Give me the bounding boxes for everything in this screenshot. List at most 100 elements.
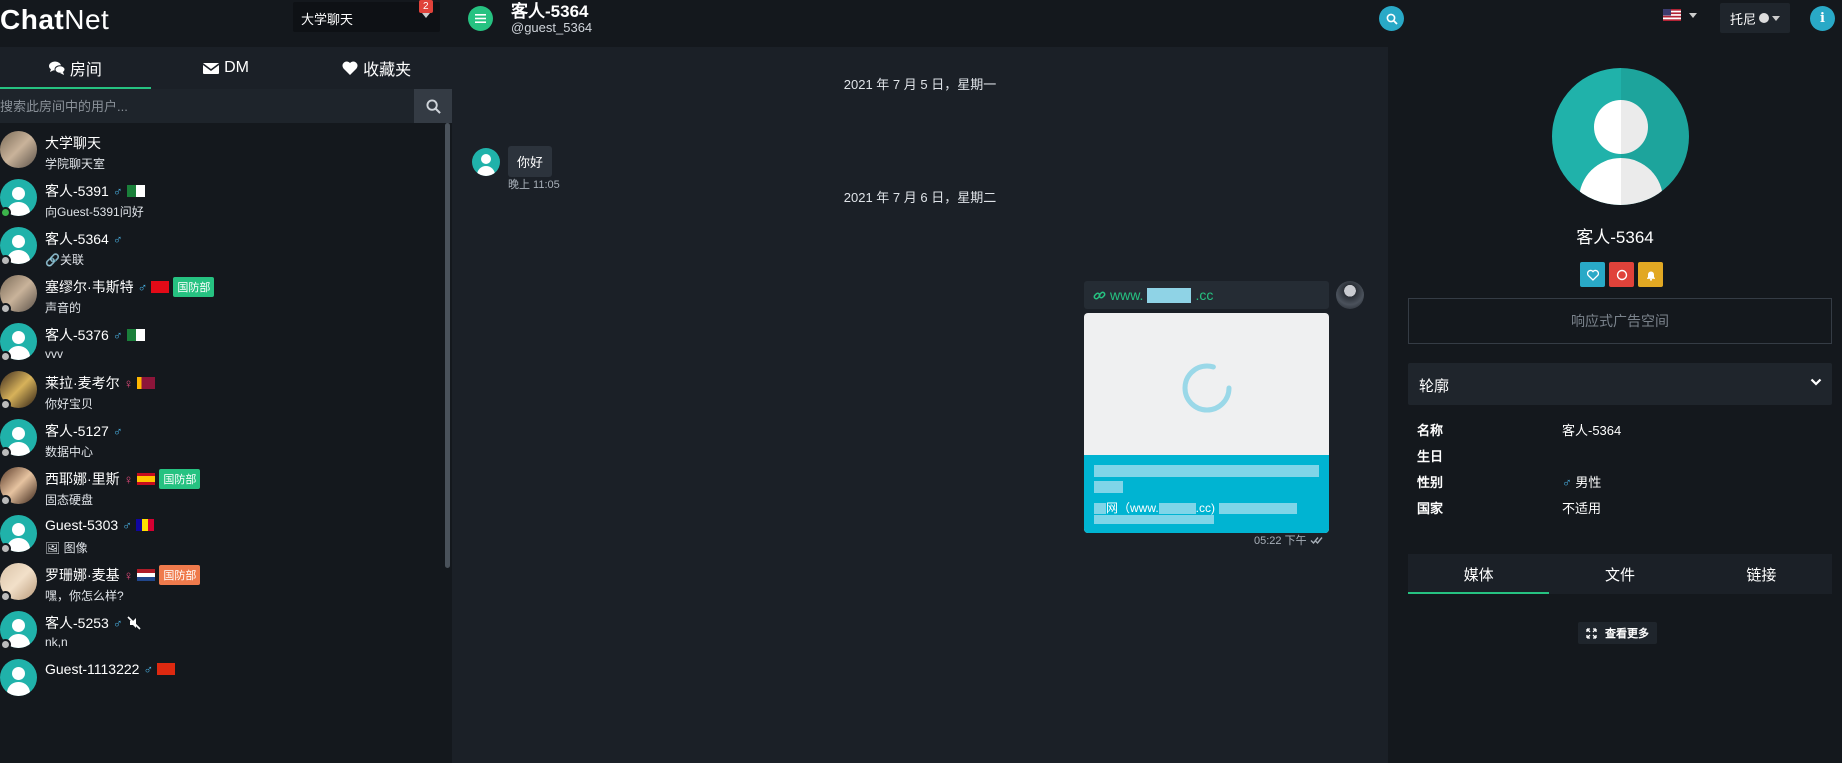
favorite-button[interactable] [1580, 262, 1605, 287]
chevron-down-icon [422, 13, 430, 18]
chat-handle: @guest_5364 [511, 20, 593, 35]
user-name: Guest-5303 [45, 517, 119, 533]
user-search-input[interactable] [0, 89, 413, 123]
redacted-block [1094, 515, 1214, 524]
user-name: 塞缪尔·韦斯特 [45, 279, 134, 295]
language-selector[interactable] [1663, 9, 1697, 21]
field-value: 不适用 [1562, 501, 1602, 516]
male-icon: ♂ [112, 327, 123, 343]
user-status-message: 向Guest-5391问好 [45, 205, 144, 219]
info-icon: i [1820, 11, 1825, 26]
app-logo[interactable]: ChatNet [0, 4, 109, 36]
tab-files[interactable]: 文件 [1549, 554, 1690, 594]
message-search-button[interactable] [1379, 6, 1404, 31]
male-icon: ♂ [122, 517, 132, 533]
expand-icon [1586, 627, 1597, 639]
link-message[interactable]: www. .cc 网（www. .cc) [1084, 281, 1329, 533]
bell-icon [1646, 271, 1655, 281]
link-preview-info: 网（www. .cc) [1084, 455, 1329, 533]
envelope-icon [203, 63, 220, 74]
away-status-dot [0, 303, 11, 314]
sidebar-tabs: 房间 DM 收藏夹 [0, 47, 452, 89]
user-status-message: 声音的 [45, 301, 82, 315]
female-icon: ♀ [123, 375, 134, 391]
user-status-message: 🔗关联 [45, 253, 84, 267]
avatar[interactable] [1336, 281, 1364, 309]
male-icon: ♂ [112, 615, 123, 631]
tab-rooms-label: 房间 [69, 62, 102, 79]
male-icon: ♂ [1562, 475, 1572, 490]
away-status-dot [0, 447, 11, 458]
date-separator: 2021 年 7 月 5 日，星期一 [843, 77, 997, 92]
field-label: 国家 [1417, 501, 1444, 516]
message-bubble[interactable]: 你好 [508, 146, 553, 177]
rank-badge: 国防部 [159, 565, 201, 585]
tab-dm-label: DM [224, 59, 249, 76]
tab-rooms[interactable]: 房间 [0, 47, 151, 89]
sidebar: ChatNet 大学聊天 2 房间 DM 收藏夹 大学聊天 学院聊天室 [0, 0, 452, 763]
profile-actions [1580, 262, 1663, 287]
notify-button[interactable] [1638, 262, 1663, 287]
ad-space[interactable]: 响应式广告空间 [1408, 298, 1832, 344]
avatar[interactable] [472, 148, 500, 176]
andorra-flag-icon [135, 519, 154, 531]
sri-lanka-flag-icon [137, 377, 156, 389]
user-name: 客人-5364 [45, 231, 109, 247]
user-name: Guest-1113222 [45, 661, 140, 677]
room-select[interactable]: 大学聊天 [293, 2, 440, 32]
comments-icon [48, 61, 65, 75]
user-menu-button[interactable]: 托尼 [1720, 3, 1790, 33]
profile-avatar[interactable] [1552, 68, 1689, 205]
algeria-flag-icon [126, 185, 145, 197]
heart-icon [342, 61, 358, 75]
link-url-prefix: www. [1110, 287, 1144, 303]
avatar[interactable] [0, 131, 37, 168]
user-name: 客人-5391 [45, 183, 109, 199]
profile-outline-toggle[interactable]: 轮廓 [1408, 363, 1832, 405]
info-button[interactable]: i [1810, 6, 1835, 31]
avatar[interactable] [0, 659, 37, 696]
netherlands-flag-icon [137, 569, 156, 581]
user-list: 大学聊天 学院聊天室 客人-5391 ♂ 向Guest-5391问好 客人-536… [0, 123, 446, 763]
chevron-down-icon [1689, 12, 1697, 18]
link-url[interactable]: www. .cc [1084, 281, 1329, 309]
male-icon: ♂ [137, 279, 148, 295]
user-list-item[interactable]: Guest-1113222 ♂ [0, 651, 446, 708]
china-flag-icon [157, 663, 176, 675]
male-icon: ♂ [143, 661, 154, 677]
user-list-scrollbar[interactable] [445, 123, 450, 568]
tab-media[interactable]: 媒体 [1408, 554, 1550, 594]
female-icon: ♀ [123, 471, 134, 487]
link-url-suffix: .cc [1195, 287, 1214, 303]
hamburger-icon [475, 14, 486, 23]
loading-spinner-icon [1182, 363, 1232, 413]
algeria-flag-icon [126, 329, 145, 341]
link-preview[interactable]: 网（www. .cc) [1084, 313, 1329, 533]
room-count-badge: 2 [419, 0, 433, 13]
search-icon [425, 98, 441, 114]
spain-flag-icon [137, 473, 156, 485]
see-more-button[interactable]: 查看更多 [1578, 622, 1657, 644]
tab-favorites[interactable]: 收藏夹 [301, 47, 452, 89]
user-status-message: 学院聊天室 [45, 157, 106, 171]
redacted-block [1094, 481, 1123, 493]
menu-button[interactable] [468, 6, 493, 31]
block-button[interactable] [1609, 262, 1634, 287]
male-icon: ♂ [112, 183, 123, 199]
search-icon [1386, 13, 1398, 25]
redacted-block [1094, 465, 1319, 477]
tab-dm[interactable]: DM [151, 47, 302, 89]
profile-panel: 客人-5364 响应式广告空间 轮廓 名称 客人-5364 生日 性别 ♂ 男性… [1388, 47, 1842, 763]
male-icon: ♂ [112, 423, 123, 439]
away-status-dot [0, 255, 11, 266]
field-value: ♂ 男性 [1562, 475, 1602, 490]
away-status-dot [0, 495, 11, 506]
tab-links[interactable]: 链接 [1691, 554, 1832, 594]
double-check-icon [1310, 536, 1323, 544]
field-value: 客人-5364 [1562, 423, 1622, 438]
rank-badge: 国防部 [173, 277, 215, 297]
room-select-value: 大学聊天 [301, 12, 354, 27]
user-search-button[interactable] [414, 89, 452, 123]
heart-icon [1586, 269, 1599, 281]
user-status-message: 🖼 图像 [45, 541, 88, 555]
